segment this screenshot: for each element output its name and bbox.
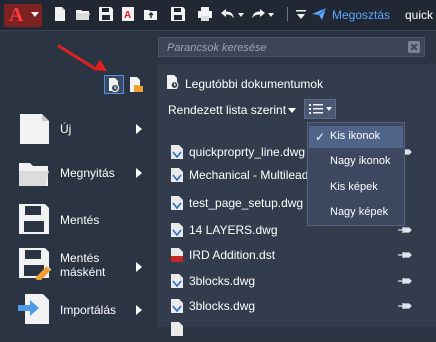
dwg-file-icon <box>171 223 183 237</box>
redo-dropdown-icon[interactable] <box>268 13 274 17</box>
dst-file-icon <box>171 248 183 262</box>
undo-icon[interactable] <box>220 6 236 22</box>
recent-file-row[interactable] <box>168 320 428 342</box>
open-from-web-icon[interactable] <box>143 6 159 22</box>
customize-toolbar-icon[interactable] <box>293 6 309 22</box>
file-name: 3blocks.dwg <box>189 274 256 288</box>
quick-access-toolbar: A A Megosztás quick <box>0 0 436 31</box>
submenu-arrow-icon <box>136 124 142 134</box>
menu-item-save[interactable]: Mentés <box>0 202 157 242</box>
dwg-file-icon <box>171 274 183 288</box>
pin-icon[interactable] <box>398 300 412 312</box>
view-option-large-icons[interactable]: Nagy ikonok <box>309 151 403 173</box>
application-menu-button[interactable]: A <box>4 4 42 27</box>
close-icon[interactable] <box>408 41 420 53</box>
open-icon[interactable] <box>75 6 91 22</box>
share-icon[interactable] <box>311 6 327 22</box>
view-mode-button[interactable] <box>304 99 336 119</box>
search-input[interactable] <box>165 40 405 56</box>
dwg-file-icon <box>171 322 183 336</box>
view-mode-menu: ✓ Kis ikonok Nagy ikonok Kis képek Nagy … <box>307 122 405 226</box>
svg-text:A: A <box>124 10 131 21</box>
import-icon <box>18 294 49 324</box>
save-as-icon[interactable] <box>170 6 186 22</box>
view-option-small-images[interactable]: Kis képek <box>309 177 403 199</box>
recent-documents-button[interactable] <box>104 75 124 94</box>
folder-open-icon <box>19 163 49 186</box>
view-option-label: Nagy képek <box>330 206 389 218</box>
recent-documents-icon <box>109 78 120 93</box>
menu-item-label: Megnyitás <box>60 166 115 180</box>
dwg-file-icon <box>171 145 183 159</box>
view-option-label: Kis képek <box>330 181 378 193</box>
plot-icon[interactable] <box>197 6 213 22</box>
view-option-small-icons[interactable]: ✓ Kis ikonok <box>309 126 403 148</box>
dwg-file-icon <box>171 299 183 313</box>
undo-dropdown-icon[interactable] <box>238 13 244 17</box>
app-logo-letter: A <box>9 4 24 26</box>
new-icon[interactable] <box>52 6 68 22</box>
submenu-arrow-icon <box>136 262 142 272</box>
recent-documents-title: Legutóbbi dokumentumok <box>185 77 324 91</box>
file-name: 3blocks.dwg <box>189 299 256 313</box>
new-file-icon <box>20 114 49 144</box>
dwg-file-icon <box>171 196 183 210</box>
chevron-down-icon <box>31 12 39 17</box>
chevron-down-icon[interactable] <box>288 108 296 113</box>
view-option-label: Kis ikonok <box>330 130 381 142</box>
pin-icon[interactable] <box>398 275 412 287</box>
menu-item-import[interactable]: Importálás <box>0 292 157 332</box>
floppy-disk-icon <box>19 204 49 234</box>
submenu-arrow-icon <box>136 305 142 315</box>
sort-dropdown[interactable]: Rendezett lista szerint <box>168 103 286 117</box>
recent-documents-header-icon <box>167 75 179 89</box>
pin-icon[interactable] <box>398 249 412 261</box>
document-title: quick <box>405 8 434 22</box>
file-name: IRD Addition.dst <box>189 248 276 262</box>
recent-file-row[interactable]: 3blocks.dwg <box>168 297 428 319</box>
save-icon[interactable] <box>98 6 114 22</box>
menu-item-open[interactable]: Megnyitás <box>0 157 157 197</box>
menu-item-label: Új <box>60 122 72 136</box>
share-button[interactable]: Megosztás <box>332 8 390 22</box>
view-option-large-images[interactable]: Nagy képek <box>309 202 403 224</box>
checkmark-icon: ✓ <box>315 130 326 144</box>
menu-item-new[interactable]: Új <box>0 112 157 152</box>
command-search-box[interactable] <box>158 37 425 57</box>
redo-icon[interactable] <box>250 6 266 22</box>
save-to-web-icon[interactable]: A <box>120 6 136 22</box>
open-documents-icon[interactable] <box>127 75 145 94</box>
dwg-file-icon <box>171 168 183 182</box>
menu-item-label: Mentés <box>60 213 100 227</box>
menu-item-save-as[interactable]: Mentés másként <box>0 246 157 286</box>
list-view-icon <box>309 104 332 114</box>
view-option-label: Nagy ikonok <box>330 155 391 167</box>
submenu-arrow-icon <box>136 168 142 178</box>
floppy-edit-icon <box>19 248 51 280</box>
recent-file-row[interactable]: 3blocks.dwg <box>168 272 428 294</box>
recent-file-row[interactable]: IRD Addition.dst <box>168 246 428 268</box>
menu-item-label: Importálás <box>60 303 117 317</box>
menu-item-label: Mentés másként <box>60 251 106 279</box>
